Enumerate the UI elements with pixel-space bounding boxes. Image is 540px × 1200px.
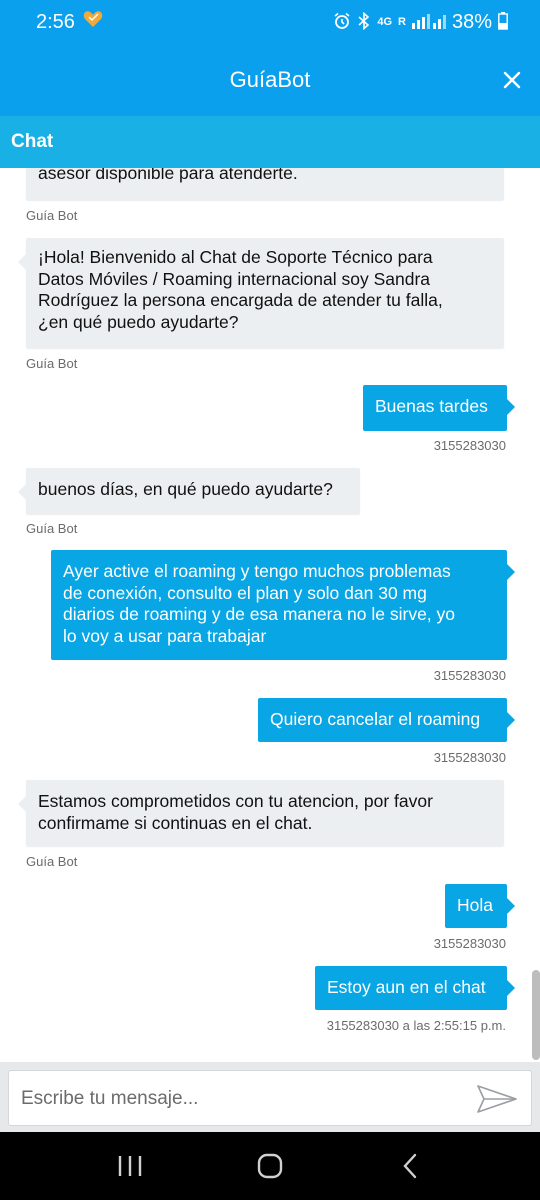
message-input-box (8, 1070, 532, 1126)
roaming-indicator: R (398, 16, 406, 28)
recent-apps-button[interactable] (100, 1146, 160, 1186)
home-button[interactable] (240, 1146, 300, 1186)
message-timestamp: 3155283030 a las 2:55:15 p.m. (326, 1018, 506, 1033)
message-sender: Guía Bot (26, 854, 78, 869)
message-line: Hola (457, 895, 493, 915)
network-type: 4G (377, 16, 393, 28)
recent-apps-icon (118, 1156, 142, 1176)
bluetooth-icon (357, 11, 371, 33)
message-line: Datos Móviles / Roaming internacional so… (38, 268, 430, 289)
message-line: asesor disponible para atenderte. (38, 168, 298, 183)
user-message: Hola (445, 884, 515, 928)
close-icon (503, 71, 521, 89)
heart-icon (83, 10, 103, 34)
message-line: Buenas tardes (375, 396, 488, 416)
message-line: ¡Hola! Bienvenido al Chat de Soporte Téc… (38, 247, 433, 267)
message-line: ¿en qué puedo ayudarte? (38, 311, 239, 332)
app-title: GuíaBot (229, 67, 311, 92)
user-message: Ayer active el roaming y tengo muchos pr… (51, 550, 515, 660)
bot-message: Estamos comprometidos con tu atencion, p… (18, 780, 504, 846)
status-bar: 2:56 4G R 38% (0, 0, 540, 44)
message-list[interactable]: asesor disponible para atenderte. Guía B… (0, 168, 540, 1062)
status-time: 2:56 (36, 10, 75, 33)
message-sender: Guía Bot (26, 208, 78, 223)
message-sender: Guía Bot (26, 356, 78, 371)
chat-header: Chat (0, 116, 540, 168)
bot-message: asesor disponible para atenderte. (26, 168, 504, 200)
message-sender: 3155283030 (433, 750, 506, 765)
battery-percent: 38% (451, 10, 492, 33)
home-icon (257, 1153, 283, 1179)
battery-icon (498, 11, 508, 33)
message-scrollbar[interactable] (532, 970, 540, 1060)
message-sender: Guía Bot (26, 521, 78, 536)
message-sender: 3155283030 (433, 668, 506, 683)
composer (0, 1062, 540, 1132)
close-button[interactable] (498, 66, 526, 94)
message-line: confirmame si continuas en el chat. (38, 812, 313, 833)
message-line: Rodríguez la persona encargada de atende… (38, 290, 443, 310)
message-line: Estoy aun en el chat (327, 977, 486, 997)
message-line: buenos días, en qué puedo ayudarte? (38, 479, 333, 499)
chat-label: Chat (11, 131, 54, 152)
message-line: Estamos comprometidos con tu atencion, p… (38, 791, 433, 811)
message-line: Ayer active el roaming y tengo muchos pr… (63, 561, 451, 581)
message-sender: 3155283030 (433, 438, 506, 453)
message-input[interactable] (21, 1085, 461, 1113)
user-message: Estoy aun en el chat (315, 966, 515, 1010)
message-line: de conexión, consulto el plan y solo dan… (63, 582, 427, 603)
app-header: GuíaBot (0, 44, 540, 116)
message-line: Quiero cancelar el roaming (270, 709, 481, 729)
message-sender: 3155283030 (433, 936, 506, 951)
user-message: Buenas tardes (363, 385, 515, 431)
system-nav-bar (0, 1132, 540, 1200)
bot-message: ¡Hola! Bienvenido al Chat de Soporte Téc… (18, 238, 504, 348)
message-line: lo voy a usar para trabajar (63, 625, 267, 646)
bot-message: buenos días, en qué puedo ayudarte? (18, 468, 360, 514)
signal-icon (411, 13, 446, 32)
back-button[interactable] (380, 1146, 440, 1186)
send-icon (477, 1085, 517, 1113)
message-line: diarios de roaming y de esa manera no le… (63, 604, 456, 624)
send-button[interactable] (475, 1083, 519, 1115)
alarm-icon (333, 12, 351, 33)
user-message: Quiero cancelar el roaming (258, 698, 515, 742)
back-icon (403, 1153, 417, 1179)
